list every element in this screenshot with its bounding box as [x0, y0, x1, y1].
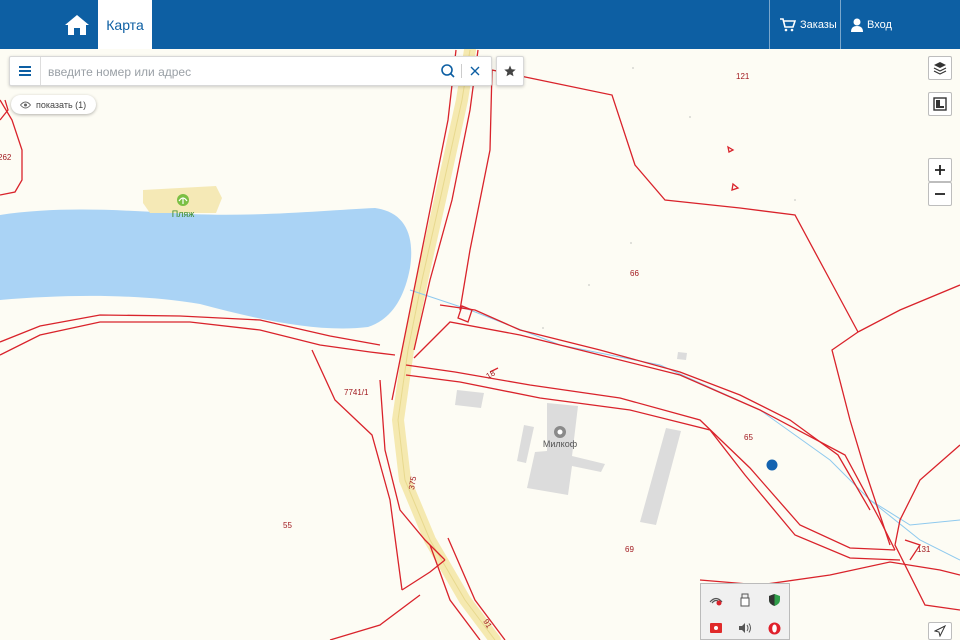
search-input[interactable] — [46, 61, 430, 83]
parcel-label: 121 — [736, 72, 750, 81]
close-icon — [470, 66, 480, 76]
parcel-label: 66 — [630, 269, 639, 278]
basemap-icon — [933, 97, 947, 111]
layers-icon — [933, 62, 947, 75]
locate-icon — [934, 625, 946, 637]
parcel-label: 7741/1 — [344, 388, 369, 397]
network-icon — [709, 597, 723, 606]
tray-network[interactable] — [706, 590, 726, 610]
top-bar: Карта Заказы Вход — [0, 0, 960, 49]
menu-button[interactable] — [10, 57, 41, 85]
app-icon — [710, 623, 722, 633]
location-marker[interactable] — [766, 459, 778, 471]
search-bar — [9, 56, 492, 86]
hamburger-icon — [19, 66, 31, 76]
home-icon — [65, 14, 89, 35]
poi-label-beach: Пляж — [172, 209, 195, 219]
show-filter-button[interactable]: показать (1) — [11, 95, 97, 114]
parcel-label: 65 — [744, 433, 753, 442]
parcel-label: 131 — [917, 545, 931, 554]
login-label: Вход — [867, 18, 892, 31]
tray-app[interactable] — [706, 618, 726, 638]
search-button[interactable] — [439, 62, 457, 80]
zoom-in-icon — [935, 165, 945, 175]
tray-security[interactable] — [764, 590, 784, 610]
eye-icon — [20, 101, 31, 108]
tab-map[interactable]: Карта — [98, 0, 152, 49]
home-button[interactable] — [56, 0, 98, 49]
tray-volume[interactable] — [735, 618, 755, 638]
usb-icon — [740, 593, 750, 607]
search-icon — [441, 64, 455, 78]
cart-icon — [780, 17, 796, 31]
zoom-out-icon — [935, 193, 945, 195]
system-tray-popup — [700, 583, 790, 640]
map-canvas[interactable]: 121 262 66 7741/1 65 55 69 131 375 18 91… — [0, 0, 960, 640]
locate-button[interactable] — [928, 622, 952, 640]
orders-link[interactable]: Заказы — [780, 0, 837, 49]
tray-opera[interactable] — [764, 618, 784, 638]
parcel-label: 262 — [0, 153, 12, 162]
security-icon — [768, 594, 780, 606]
basemap-button[interactable] — [928, 92, 952, 116]
favorites-button[interactable] — [496, 56, 524, 86]
opera-icon — [768, 622, 780, 634]
search-divider — [461, 64, 462, 78]
clear-button[interactable] — [466, 62, 484, 80]
orders-label: Заказы — [800, 18, 837, 31]
login-link[interactable]: Вход — [851, 0, 892, 49]
volume-icon — [739, 623, 751, 633]
show-filter-label: показать (1) — [36, 99, 87, 110]
zoom-out-button[interactable] — [928, 182, 952, 206]
parcel-label: 69 — [625, 545, 634, 554]
tray-usb[interactable] — [735, 590, 755, 610]
poi-label-company: Милкоф — [543, 439, 578, 449]
star-icon — [504, 65, 516, 77]
top-bar-divider — [769, 0, 770, 49]
parcel-label: 55 — [283, 521, 292, 530]
layers-button[interactable] — [928, 56, 952, 80]
top-bar-divider — [840, 0, 841, 49]
user-icon — [851, 18, 863, 32]
zoom-in-button[interactable] — [928, 158, 952, 182]
